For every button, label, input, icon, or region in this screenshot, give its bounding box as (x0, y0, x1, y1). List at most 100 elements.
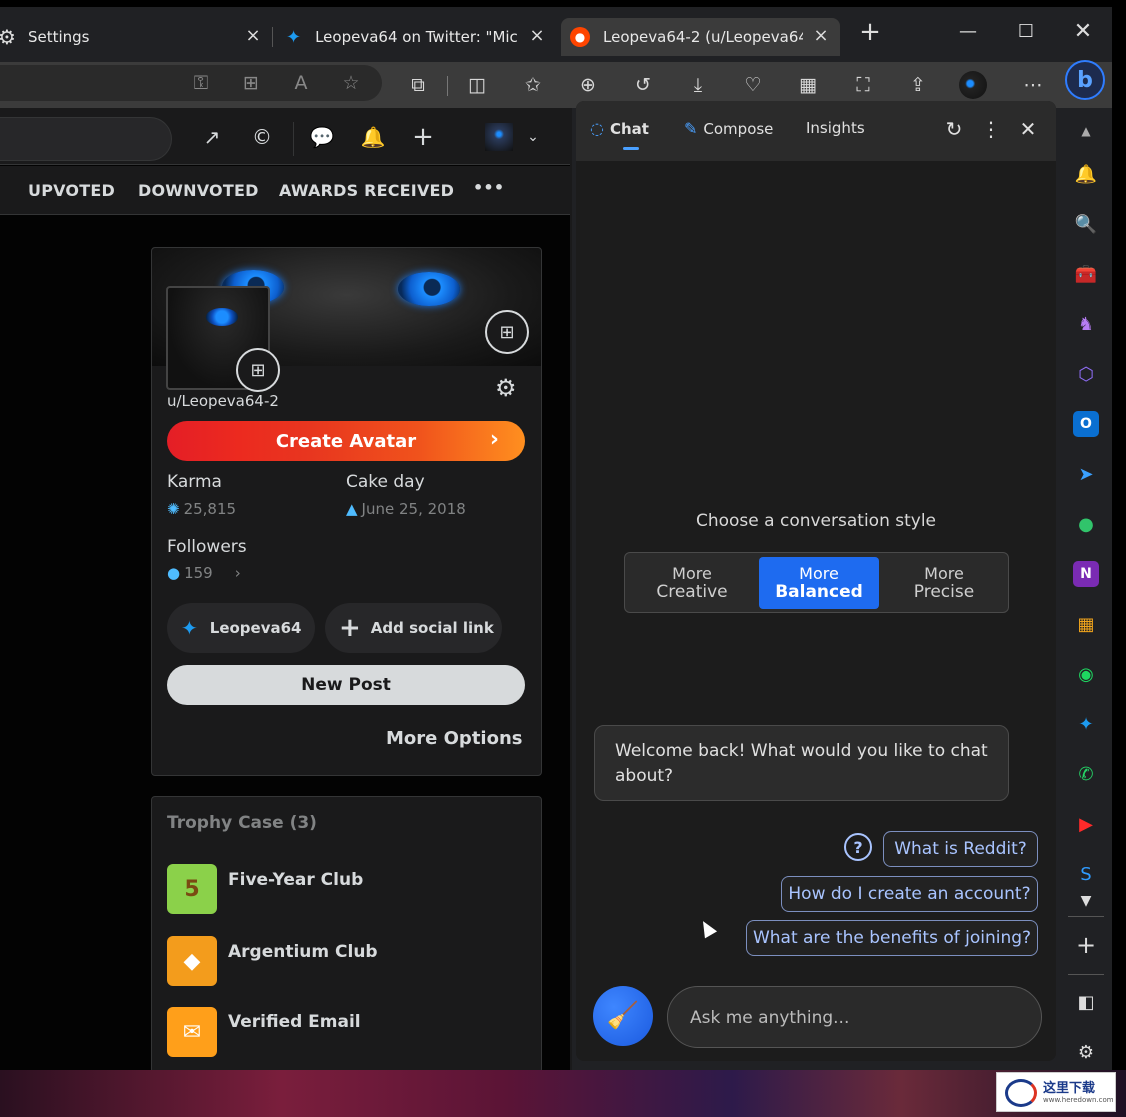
collections-icon[interactable]: ⊕ (573, 70, 603, 100)
bing-copilot-icon[interactable]: b (1065, 60, 1105, 100)
tab-label: Leopeva64 on Twitter: "Micros (315, 28, 520, 46)
plus-icon: + (339, 613, 361, 643)
tab-reddit[interactable]: ● Leopeva64-2 (u/Leopeva64-2) × (561, 18, 840, 56)
search-icon[interactable]: 🔍 (1073, 211, 1099, 237)
refresh-icon[interactable]: ↻ (940, 115, 968, 143)
cakeday-date: June 25, 2018 (361, 500, 466, 518)
twitter-icon: ✦ (286, 26, 302, 48)
profile-avatar[interactable] (958, 70, 988, 100)
web-capture-icon[interactable]: ⛶ (848, 70, 878, 100)
whatsapp-icon[interactable]: ✆ (1073, 761, 1099, 787)
youtube-icon[interactable]: ▶ (1073, 811, 1099, 837)
tab-chat-label: Chat (609, 119, 649, 138)
send-icon[interactable]: ➤ (1073, 461, 1099, 487)
create-avatar-button[interactable]: Create Avatar › (167, 421, 525, 461)
style-more-balanced[interactable]: More Balanced (759, 557, 879, 609)
tab-awards-received[interactable]: AWARDS RECEIVED (279, 181, 454, 200)
key-icon[interactable]: ⚿ (186, 68, 216, 98)
style-top-label: More (924, 564, 964, 583)
close-icon[interactable]: × (528, 27, 546, 45)
outlook-icon[interactable]: O (1073, 411, 1099, 437)
new-topic-button[interactable]: 🧹 (593, 986, 653, 1046)
notification-bell-icon[interactable]: 🔔 (1073, 161, 1099, 187)
address-bar[interactable]: ⚿ ⊞ A ☆ (0, 65, 382, 101)
suggestion-chip[interactable]: What is Reddit? (883, 831, 1038, 867)
tab-settings[interactable]: ⚙ Settings × (0, 18, 272, 56)
search-input[interactable] (0, 117, 172, 161)
scroll-up-icon[interactable]: ▲ (1073, 118, 1099, 144)
user-avatar[interactable] (484, 122, 514, 152)
favorite-star-icon[interactable]: ☆ (336, 68, 366, 98)
onenote-icon[interactable]: N (1073, 561, 1099, 587)
style-more-creative[interactable]: More Creative (632, 557, 752, 609)
karma-value: ✺ 25,815 (167, 500, 236, 518)
download-icon[interactable]: ⤓ (683, 70, 713, 100)
chat-input[interactable]: Ask me anything... (667, 986, 1042, 1048)
create-post-icon[interactable]: + (408, 122, 438, 152)
suggestion-chip[interactable]: How do I create an account? (781, 876, 1038, 912)
hide-sidebar-icon[interactable]: ◧ (1073, 989, 1099, 1015)
more-options-button[interactable]: More Options (386, 728, 523, 749)
tools-icon[interactable]: 🧰 (1073, 261, 1099, 287)
twitter-link-button[interactable]: ✦ Leopeva64 (167, 603, 315, 653)
new-post-button[interactable]: New Post (167, 665, 525, 705)
close-icon[interactable]: ✕ (1014, 115, 1042, 143)
split-screen-icon[interactable]: ◫ (462, 70, 492, 100)
more-options-icon[interactable]: ⋮ (977, 115, 1005, 143)
create-avatar-label: Create Avatar (275, 430, 417, 452)
new-tab-button[interactable]: + (850, 19, 890, 45)
drop-icon[interactable]: ● (1073, 511, 1099, 537)
followers-value[interactable]: ● 159 › (167, 564, 241, 582)
more-menu-icon[interactable]: ⋯ (1018, 70, 1048, 100)
tab-twitter[interactable]: ✦ Leopeva64 on Twitter: "Micros × (276, 18, 556, 56)
extensions-icon[interactable]: ⧉ (403, 70, 433, 100)
tab-upvoted[interactable]: UPVOTED (28, 181, 115, 200)
window-close-button[interactable]: ✕ (1063, 19, 1103, 45)
tab-downvoted[interactable]: DOWNVOTED (138, 181, 259, 200)
performance-icon[interactable]: ♡ (738, 70, 768, 100)
add-social-link-button[interactable]: + Add social link (325, 603, 502, 653)
bell-icon[interactable]: 🔔 (358, 122, 388, 152)
scroll-down-icon[interactable]: ▼ (1073, 888, 1099, 914)
deezer-icon[interactable]: ▦ (1073, 611, 1099, 637)
close-icon[interactable]: × (244, 27, 262, 45)
games-icon[interactable]: ♞ (1073, 311, 1099, 337)
favorites-icon[interactable]: ✩ (518, 70, 548, 100)
tab-compose[interactable]: ✎ Compose (684, 119, 773, 138)
maximize-button[interactable]: ☐ (1006, 19, 1046, 45)
twitter-icon[interactable]: ✦ (1073, 711, 1099, 737)
coins-icon[interactable]: © (247, 122, 277, 152)
style-bottom-label: Balanced (775, 582, 863, 602)
popular-icon[interactable]: ↗ (197, 122, 227, 152)
edge-sidebar: ▲ 🔔 🔍 🧰 ♞ ⬡ O ➤ ● N ▦ ◉ ✦ ✆ ▶ S ▼ + ◧ ⚙ (1060, 108, 1112, 1070)
share-icon[interactable]: ⇪ (903, 70, 933, 100)
style-top-label: More (799, 564, 839, 583)
tab-chat[interactable]: ◌ Chat (590, 119, 649, 138)
chevron-right-icon: › (489, 427, 499, 452)
skype-icon[interactable]: S (1073, 861, 1099, 887)
more-tabs-icon[interactable]: ••• (473, 178, 504, 197)
microsoft365-icon[interactable]: ⬡ (1073, 361, 1099, 387)
tab-compose-label: Compose (703, 119, 774, 138)
style-more-precise[interactable]: More Precise (884, 557, 1004, 609)
add-app-icon[interactable]: + (1073, 931, 1099, 959)
close-icon[interactable]: × (812, 27, 830, 45)
settings-gear-icon[interactable]: ⚙ (495, 374, 517, 402)
chat-icon: ◌ (590, 119, 604, 138)
copilot-pane: ◌ Chat ✎ Compose Insights ↻ ⋮ ✕ Choose a… (576, 101, 1056, 1061)
apps-grid-icon[interactable]: ▦ (793, 70, 823, 100)
active-tab-indicator (623, 147, 639, 150)
apps-icon[interactable]: ⊞ (236, 68, 266, 98)
tab-insights[interactable]: Insights (806, 119, 865, 137)
chevron-down-icon[interactable]: ⌄ (518, 122, 548, 152)
read-aloud-icon[interactable]: A (286, 68, 316, 98)
add-avatar-image-button[interactable]: ⊞ (236, 348, 280, 392)
minimize-button[interactable]: — (948, 19, 988, 45)
chat-icon[interactable]: 💬 (307, 122, 337, 152)
help-icon[interactable]: ? (844, 833, 872, 861)
suggestion-chip[interactable]: What are the benefits of joining? (746, 920, 1038, 956)
sidebar-settings-icon[interactable]: ⚙ (1073, 1039, 1099, 1065)
history-icon[interactable]: ↺ (628, 70, 658, 100)
add-banner-image-button[interactable]: ⊞ (485, 310, 529, 354)
spotify-icon[interactable]: ◉ (1073, 661, 1099, 687)
